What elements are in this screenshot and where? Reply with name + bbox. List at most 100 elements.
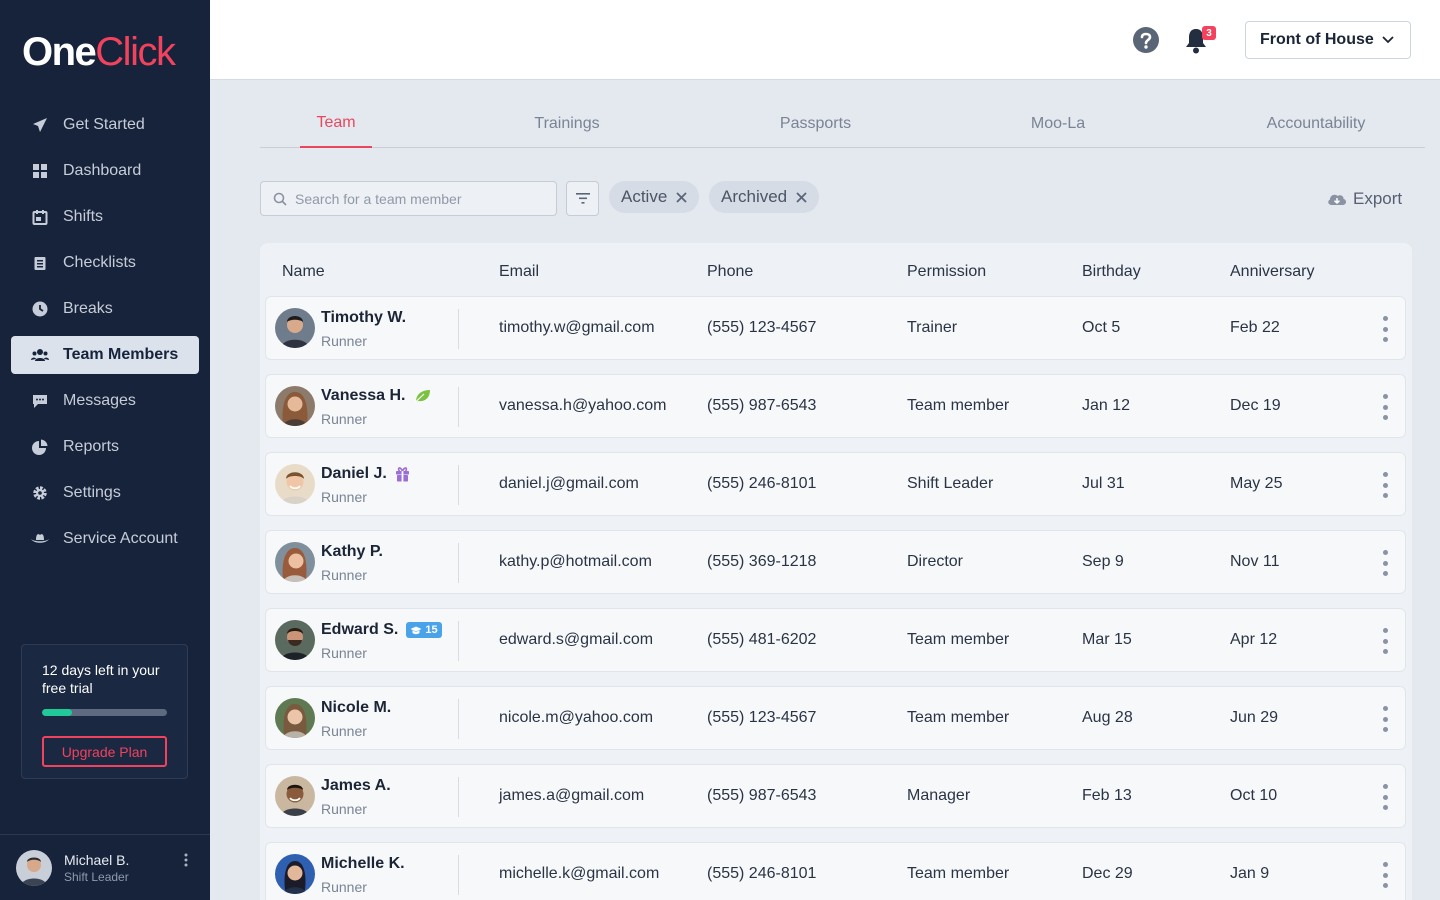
profile-name: Michael B.: [64, 851, 130, 868]
divider: [458, 699, 459, 739]
filter-icon: [575, 193, 590, 204]
row-menu-icon[interactable]: [1381, 784, 1389, 810]
member-name-text: Vanessa H.: [321, 387, 406, 404]
table-row[interactable]: James A. Runner james.a@gmail.com (555) …: [265, 764, 1406, 828]
table-row[interactable]: Vanessa H. Runner vanessa.h@yahoo.com (5…: [265, 374, 1406, 438]
member-anniversary: Dec 19: [1230, 397, 1281, 414]
sidebar-item-settings[interactable]: Settings: [11, 474, 199, 512]
grid-icon: [31, 162, 49, 180]
sidebar-item-label: Dashboard: [63, 162, 142, 179]
sidebar-item-shifts[interactable]: Shifts: [11, 198, 199, 236]
filter-chip-active[interactable]: Active: [609, 181, 700, 213]
user-profile[interactable]: Michael B. Shift Leader: [0, 834, 210, 900]
member-birthday: Feb 13: [1082, 787, 1132, 804]
row-menu-icon[interactable]: [1381, 550, 1389, 576]
member-name: Vanessa H.: [321, 387, 431, 405]
table-row[interactable]: Daniel J. Runner daniel.j@gmail.com (555…: [265, 452, 1406, 516]
member-email: michelle.k@gmail.com: [499, 865, 660, 882]
member-birthday: Dec 29: [1082, 865, 1133, 882]
member-role: Runner: [321, 801, 367, 817]
sidebar-item-messages[interactable]: Messages: [11, 382, 199, 420]
member-birthday: Sep 9: [1082, 553, 1124, 570]
cowboy-hat-icon: [31, 530, 49, 548]
member-role: Runner: [321, 567, 367, 583]
search-input[interactable]: [295, 190, 535, 207]
member-role: Runner: [321, 645, 367, 661]
table-row[interactable]: Timothy W. Runner timothy.w@gmail.com (5…: [265, 296, 1406, 360]
member-birthday: Mar 15: [1082, 631, 1132, 648]
table-row[interactable]: Nicole M. Runner nicole.m@yahoo.com (555…: [265, 686, 1406, 750]
sidebar-item-breaks[interactable]: Breaks: [11, 290, 199, 328]
upgrade-plan-button[interactable]: Upgrade Plan: [42, 736, 167, 767]
row-menu-icon[interactable]: [1381, 706, 1389, 732]
column-header-permission[interactable]: Permission: [907, 263, 986, 281]
profile-menu-icon[interactable]: [184, 853, 188, 872]
tab-accountability[interactable]: Accountability: [1250, 100, 1382, 148]
member-name-text: Nicole M.: [321, 699, 392, 716]
member-email: daniel.j@gmail.com: [499, 475, 639, 492]
sidebar-item-reports[interactable]: Reports: [11, 428, 199, 466]
row-menu-icon[interactable]: [1381, 628, 1389, 654]
row-menu-icon[interactable]: [1381, 862, 1389, 888]
sidebar-item-get-started[interactable]: Get Started: [11, 106, 199, 144]
app-logo[interactable]: OneClick: [22, 28, 176, 76]
sidebar-item-label: Service Account: [63, 530, 178, 547]
divider: [458, 387, 459, 427]
member-name-text: Daniel J.: [321, 465, 387, 482]
member-role: Runner: [321, 879, 367, 895]
tab-team[interactable]: Team: [300, 100, 372, 148]
calendar-icon: [31, 208, 49, 226]
sidebar-item-label: Reports: [63, 438, 120, 455]
search-box[interactable]: [260, 181, 557, 216]
trial-card: 12 days left in your free trial Upgrade …: [21, 644, 188, 779]
table-row[interactable]: Michelle K. Runner michelle.k@gmail.com …: [265, 842, 1406, 900]
filter-chip-archived[interactable]: Archived: [709, 181, 820, 213]
column-header-birthday[interactable]: Birthday: [1082, 263, 1141, 281]
pie-chart-icon: [31, 438, 49, 456]
sidebar-item-checklists[interactable]: Checklists: [11, 244, 199, 282]
column-header-phone[interactable]: Phone: [707, 263, 753, 281]
chip-label: Active: [621, 187, 668, 206]
column-header-anniversary[interactable]: Anniversary: [1230, 263, 1314, 281]
member-phone: (555) 987-6543: [707, 787, 817, 804]
table-row[interactable]: Edward S. 15 Runner edward.s@gmail.com (…: [265, 608, 1406, 672]
row-menu-icon[interactable]: [1381, 472, 1389, 498]
member-role: Runner: [321, 723, 367, 739]
export-button[interactable]: Export: [1327, 186, 1402, 212]
member-email: vanessa.h@yahoo.com: [499, 397, 667, 414]
sidebar-item-team-members[interactable]: Team Members: [11, 336, 199, 374]
help-icon[interactable]: [1132, 26, 1160, 59]
tab-passports[interactable]: Passports: [760, 100, 871, 148]
sidebar-item-label: Get Started: [63, 116, 145, 133]
leaf-icon: [414, 389, 431, 403]
table-row[interactable]: Kathy P. Runner kathy.p@hotmail.com (555…: [265, 530, 1406, 594]
member-permission: Trainer: [907, 319, 958, 336]
member-phone: (555) 246-8101: [707, 475, 817, 492]
sidebar-item-label: Breaks: [63, 300, 113, 317]
tab-trainings[interactable]: Trainings: [515, 100, 619, 148]
divider: [458, 621, 459, 661]
sidebar-item-service-account[interactable]: Service Account: [11, 520, 199, 558]
row-menu-icon[interactable]: [1381, 394, 1389, 420]
close-icon[interactable]: [796, 191, 807, 203]
member-role: Runner: [321, 411, 367, 427]
member-name: James A.: [321, 777, 391, 795]
location-dropdown[interactable]: Front of House: [1245, 21, 1411, 59]
location-label: Front of House: [1260, 31, 1374, 48]
column-header-name[interactable]: Name: [282, 263, 325, 281]
sidebar-item-label: Messages: [63, 392, 136, 409]
row-menu-icon[interactable]: [1381, 316, 1389, 342]
sidebar-item-label: Settings: [63, 484, 121, 501]
avatar: [275, 464, 315, 504]
divider: [458, 543, 459, 583]
filter-button[interactable]: [566, 181, 599, 216]
tab-moo-la[interactable]: Moo-La: [1012, 100, 1104, 148]
tab-bar: Team Trainings Passports Moo-La Accounta…: [260, 100, 1425, 148]
member-birthday: Jul 31: [1082, 475, 1125, 492]
close-icon[interactable]: [676, 191, 687, 203]
sidebar-item-dashboard[interactable]: Dashboard: [11, 152, 199, 190]
member-email: nicole.m@yahoo.com: [499, 709, 654, 726]
member-email: edward.s@gmail.com: [499, 631, 654, 648]
column-header-email[interactable]: Email: [499, 263, 539, 281]
table-header: Name Email Phone Permission Birthday Ann…: [260, 243, 1412, 295]
